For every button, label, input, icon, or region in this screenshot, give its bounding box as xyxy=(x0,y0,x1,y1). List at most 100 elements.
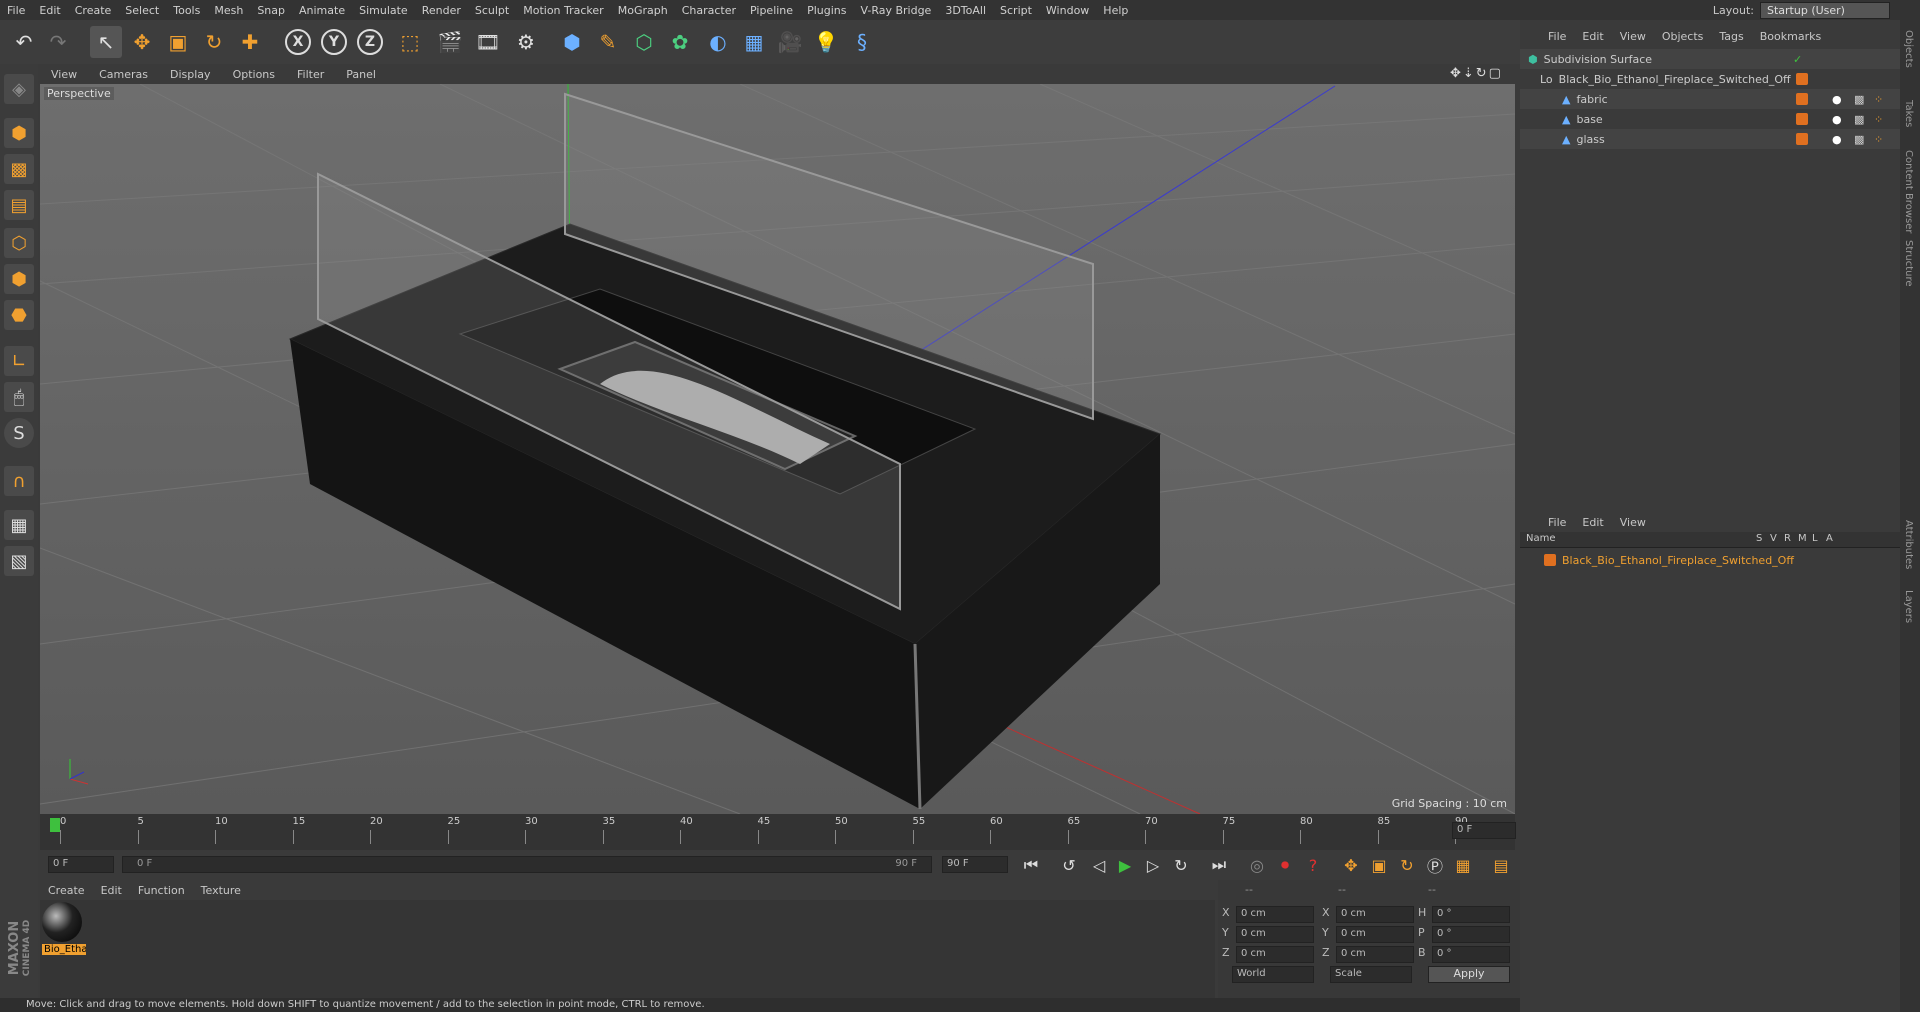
menu-v-ray-bridge[interactable]: V-Ray Bridge xyxy=(853,4,938,17)
object-menu-edit[interactable]: Edit xyxy=(1574,30,1611,43)
layer-menu-view[interactable]: View xyxy=(1612,516,1654,529)
key-pla-icon[interactable]: ▦ xyxy=(1450,852,1476,878)
apply-button[interactable]: Apply xyxy=(1428,966,1510,983)
right-tab-layers[interactable]: Layers xyxy=(1903,590,1914,623)
menu-mesh[interactable]: Mesh xyxy=(207,4,250,17)
select-tool-icon[interactable]: ↖ xyxy=(90,26,122,58)
coord-pos-field[interactable]: 0 cm xyxy=(1236,926,1314,943)
object-menu-bookmarks[interactable]: Bookmarks xyxy=(1752,30,1829,43)
key-param-icon[interactable]: Ⓟ xyxy=(1422,852,1448,878)
object-row-base[interactable]: ▲ base ● ▩ ⁘ xyxy=(1520,109,1900,129)
menu-pipeline[interactable]: Pipeline xyxy=(743,4,800,17)
pen-spline-icon[interactable]: ✎ xyxy=(592,26,624,58)
menu-select[interactable]: Select xyxy=(118,4,166,17)
texture-tag-icon[interactable]: ⁘ xyxy=(1874,133,1883,146)
object-row-fabric[interactable]: ▲ fabric ● ▩ ⁘ xyxy=(1520,89,1900,109)
timeline-window-icon[interactable]: ▤ xyxy=(1488,852,1514,878)
snap-icon[interactable]: S xyxy=(4,418,34,448)
goto-end-icon[interactable]: ⏭ xyxy=(1206,852,1232,878)
light-icon[interactable]: 💡 xyxy=(810,26,842,58)
timeline-playhead[interactable] xyxy=(50,818,60,832)
texture-tag-icon[interactable]: ⁘ xyxy=(1874,93,1883,106)
material-tag-icon[interactable]: ● xyxy=(1832,113,1842,126)
key-scale-icon[interactable]: ▣ xyxy=(1366,852,1392,878)
coord-pos-field[interactable]: 0 cm xyxy=(1236,946,1314,963)
menu-help[interactable]: Help xyxy=(1096,4,1135,17)
menu-motion-tracker[interactable]: Motion Tracker xyxy=(516,4,610,17)
menu-3dtoall[interactable]: 3DToAll xyxy=(938,4,993,17)
points-mode-icon[interactable]: ⬡ xyxy=(4,228,34,258)
goto-start-icon[interactable]: ⏮ xyxy=(1018,852,1044,878)
viewport-perspective[interactable]: Perspective Grid Spacing : 10 cm xyxy=(40,84,1515,814)
material-menu-texture[interactable]: Texture xyxy=(193,884,249,897)
end-frame-field[interactable]: 90 F xyxy=(942,856,1008,873)
layer-col-l[interactable]: L xyxy=(1812,533,1818,544)
python-icon[interactable]: § xyxy=(846,26,878,58)
transform-tool-icon[interactable]: ✚ xyxy=(234,26,266,58)
z-axis-lock-icon[interactable]: Z xyxy=(357,29,383,55)
texture-tag-icon[interactable]: ⁘ xyxy=(1874,113,1883,126)
material-menu-create[interactable]: Create xyxy=(40,884,93,897)
frame-range-slider[interactable]: 0 F 90 F xyxy=(122,856,932,873)
undo-icon[interactable]: ↶ xyxy=(8,26,40,58)
menu-render[interactable]: Render xyxy=(415,4,468,17)
next-key-icon[interactable]: ↻ xyxy=(1168,852,1194,878)
menu-tools[interactable]: Tools xyxy=(166,4,207,17)
material-menu-function[interactable]: Function xyxy=(130,884,193,897)
coord-pos-field[interactable]: 0 cm xyxy=(1236,906,1314,923)
right-tab-content-browser[interactable]: Content Browser xyxy=(1903,150,1914,233)
workplane-lock-icon[interactable]: ▦ xyxy=(4,510,34,540)
layer-col-m[interactable]: M xyxy=(1798,533,1807,544)
uvw-tag-icon[interactable]: ▩ xyxy=(1854,133,1864,146)
viewport-menu-panel[interactable]: Panel xyxy=(335,68,387,81)
redo-icon[interactable]: ↷ xyxy=(42,26,74,58)
edges-mode-icon[interactable]: ⬢ xyxy=(4,264,34,294)
menu-plugins[interactable]: Plugins xyxy=(800,4,853,17)
render-picture-viewer-icon[interactable]: 🎞 xyxy=(472,26,504,58)
object-row-glass[interactable]: ▲ glass ● ▩ ⁘ xyxy=(1520,129,1900,149)
coord-size-field[interactable]: 0 cm xyxy=(1336,946,1414,963)
camera-icon[interactable]: 🎥 xyxy=(774,26,806,58)
grid-snap-icon[interactable]: ▧ xyxy=(4,546,34,576)
material-tag-icon[interactable]: ● xyxy=(1832,133,1842,146)
viewport-menu-cameras[interactable]: Cameras xyxy=(88,68,159,81)
cloner-icon[interactable]: ✿ xyxy=(664,26,696,58)
layer-col-r[interactable]: R xyxy=(1784,533,1791,544)
uvw-tag-icon[interactable]: ▩ xyxy=(1854,113,1864,126)
menu-snap[interactable]: Snap xyxy=(250,4,292,17)
key-rotation-icon[interactable]: ↻ xyxy=(1394,852,1420,878)
timeline-ruler[interactable]: 051015202530354045505560657075808590 xyxy=(40,814,1515,850)
viewport-menu-display[interactable]: Display xyxy=(159,68,222,81)
layer-color-tag[interactable] xyxy=(1796,93,1808,105)
coord-size-field[interactable]: 0 cm xyxy=(1336,906,1414,923)
object-row-subdivision[interactable]: ⬢ Subdivision Surface ✓ xyxy=(1520,49,1900,69)
layer-color-tag[interactable] xyxy=(1796,133,1808,145)
subdivision-generator-icon[interactable]: ⬡ xyxy=(628,26,660,58)
magnet-icon[interactable]: ∩ xyxy=(4,466,34,496)
start-frame-field[interactable]: 0 F xyxy=(48,856,114,873)
right-tab-objects[interactable]: Objects xyxy=(1903,30,1914,68)
right-tab-structure[interactable]: Structure xyxy=(1903,240,1914,287)
move-tool-icon[interactable]: ✥ xyxy=(126,26,158,58)
scale-tool-icon[interactable]: ▣ xyxy=(162,26,194,58)
material-tag-icon[interactable]: ● xyxy=(1832,93,1842,106)
keyframe-selection-icon[interactable]: ? xyxy=(1300,852,1326,878)
layer-color-tag[interactable] xyxy=(1796,113,1808,125)
menu-create[interactable]: Create xyxy=(68,4,119,17)
make-editable-icon[interactable]: ◈ xyxy=(4,74,34,104)
layer-col-a[interactable]: A xyxy=(1826,533,1833,544)
layer-row[interactable]: Black_Bio_Ethanol_Fireplace_Switched_Off xyxy=(1520,550,1900,570)
model-mode-icon[interactable]: ⬢ xyxy=(4,118,34,148)
y-axis-lock-icon[interactable]: Y xyxy=(321,29,347,55)
coord-rot-field[interactable]: 0 ° xyxy=(1432,926,1510,943)
menu-animate[interactable]: Animate xyxy=(292,4,352,17)
menu-file[interactable]: File xyxy=(0,4,32,17)
coord-rot-field[interactable]: 0 ° xyxy=(1432,946,1510,963)
right-tab-takes[interactable]: Takes xyxy=(1903,100,1914,127)
object-menu-objects[interactable]: Objects xyxy=(1654,30,1712,43)
right-tab-attributes[interactable]: Attributes xyxy=(1903,520,1914,569)
play-icon[interactable]: ▶ xyxy=(1112,852,1138,878)
layer-col-name[interactable]: Name xyxy=(1526,533,1556,544)
layer-menu-edit[interactable]: Edit xyxy=(1574,516,1611,529)
viewport-camera-label[interactable]: Perspective xyxy=(44,87,114,100)
